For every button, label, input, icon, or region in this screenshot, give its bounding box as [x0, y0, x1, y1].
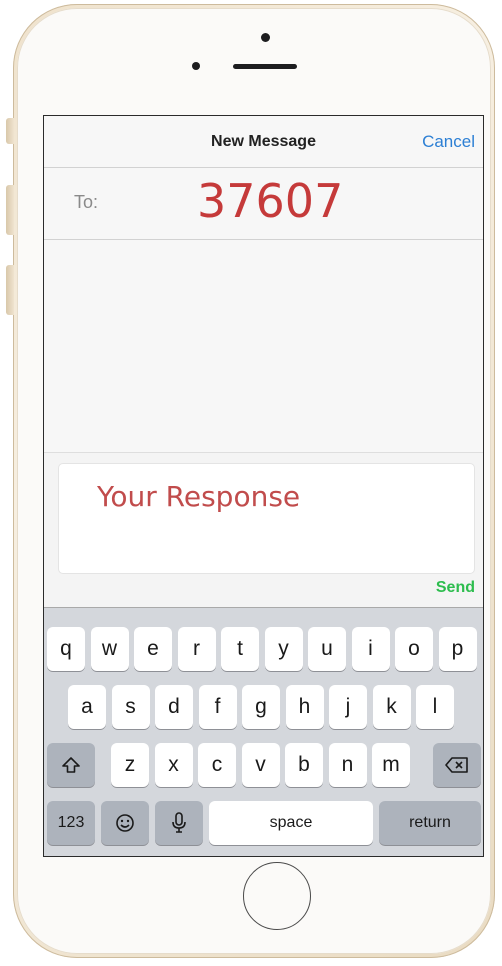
phone-volume-down [6, 265, 14, 315]
keyboard-row-4: 123 space return [44, 801, 483, 845]
keyboard: qwertyuiop asdfghjkl zxcvbnm 123 space r… [44, 607, 483, 856]
recipient-field[interactable]: 37607 [197, 174, 343, 228]
navigation-bar: New Message Cancel [44, 116, 483, 168]
microphone-icon [171, 811, 187, 834]
proximity-sensor [192, 62, 200, 70]
key-j[interactable]: j [329, 685, 367, 729]
space-key[interactable]: space [209, 801, 373, 845]
emoji-icon [115, 811, 135, 834]
backspace-icon [445, 753, 469, 776]
key-h[interactable]: h [285, 685, 324, 729]
cancel-button[interactable]: Cancel [422, 132, 475, 152]
phone-mute-switch [6, 118, 14, 144]
key-w[interactable]: w [90, 627, 129, 671]
key-m[interactable]: m [372, 743, 410, 787]
key-l[interactable]: l [416, 685, 454, 729]
earpiece-speaker [233, 64, 297, 69]
numbers-key[interactable]: 123 [47, 801, 95, 845]
key-c[interactable]: c [198, 743, 236, 787]
backspace-key[interactable] [433, 743, 481, 787]
key-n[interactable]: n [328, 743, 367, 787]
key-k[interactable]: k [372, 685, 411, 729]
keyboard-row-2: asdfghjkl [44, 685, 483, 729]
key-q[interactable]: q [47, 627, 85, 671]
recipient-row[interactable]: To: 37607 [44, 168, 483, 240]
key-i[interactable]: i [351, 627, 390, 671]
key-o[interactable]: o [395, 627, 433, 671]
key-a[interactable]: a [68, 685, 106, 729]
compose-area: Your Response Send [44, 452, 483, 607]
phone-volume-up [6, 185, 14, 235]
key-x[interactable]: x [154, 743, 193, 787]
key-b[interactable]: b [285, 743, 323, 787]
key-p[interactable]: p [438, 627, 477, 671]
key-g[interactable]: g [242, 685, 280, 729]
key-v[interactable]: v [241, 743, 280, 787]
shift-key[interactable] [47, 743, 95, 787]
emoji-key[interactable] [101, 801, 149, 845]
send-button[interactable]: Send [436, 579, 475, 597]
recipient-label: To: [74, 192, 99, 212]
phone-screen: New Message Cancel To: 37607 Your Respon… [43, 115, 484, 857]
message-thread [44, 240, 483, 452]
key-z[interactable]: z [111, 743, 149, 787]
keyboard-row-1: qwertyuiop [44, 627, 483, 671]
key-s[interactable]: s [111, 685, 150, 729]
keyboard-row-3: zxcvbnm [44, 743, 483, 787]
key-f[interactable]: f [198, 685, 237, 729]
shift-icon [61, 753, 81, 776]
home-button[interactable] [243, 862, 311, 930]
key-r[interactable]: r [177, 627, 216, 671]
key-t[interactable]: t [221, 627, 259, 671]
key-d[interactable]: d [155, 685, 193, 729]
page-title: New Message [211, 133, 316, 150]
dictation-key[interactable] [155, 801, 203, 845]
message-input[interactable]: Your Response [58, 463, 475, 574]
key-u[interactable]: u [308, 627, 346, 671]
key-e[interactable]: e [134, 627, 172, 671]
return-key[interactable]: return [379, 801, 481, 845]
front-camera [261, 33, 270, 42]
key-y[interactable]: y [264, 627, 303, 671]
